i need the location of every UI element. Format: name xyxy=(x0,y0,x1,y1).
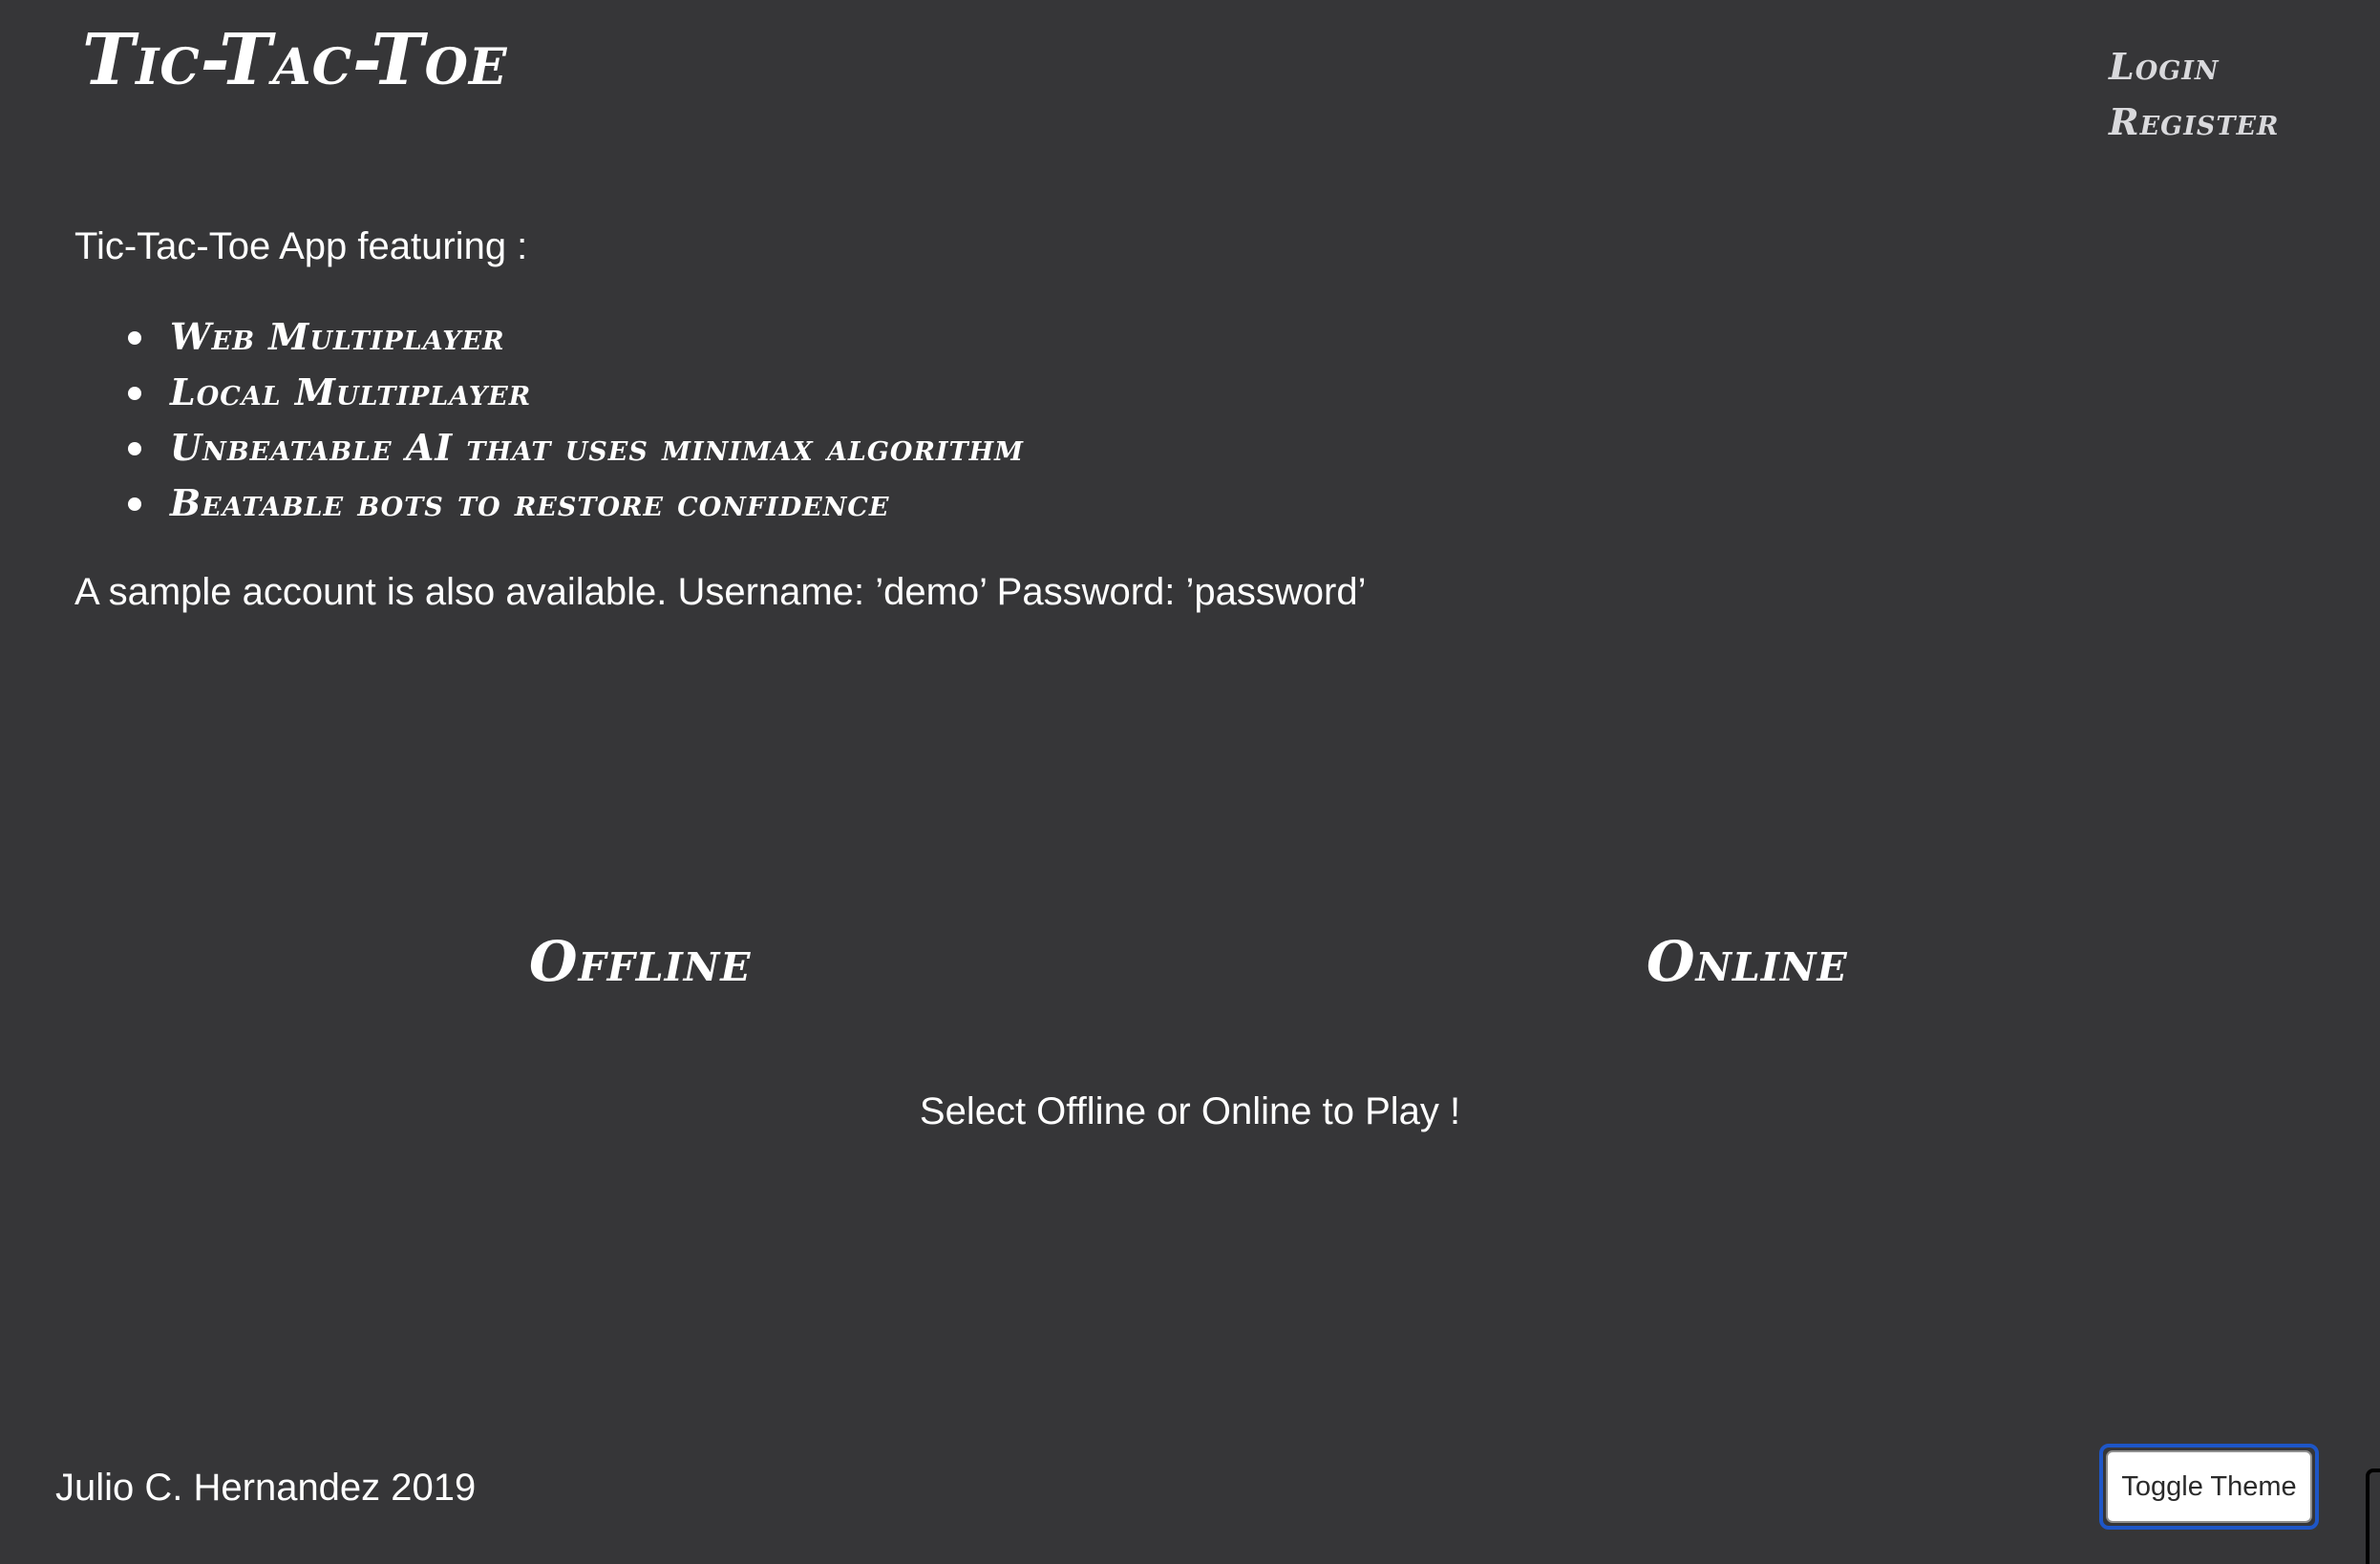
edge-overlay xyxy=(2366,1469,2380,1564)
register-link[interactable]: Register xyxy=(2109,101,2279,143)
bullet-icon xyxy=(128,442,141,455)
toggle-theme-focus-ring: Toggle Theme xyxy=(2099,1444,2319,1530)
site-title: Tic-Tac-Toe xyxy=(82,19,508,101)
offline-mode-button[interactable]: Offline xyxy=(529,926,751,997)
feature-label: Beatable bots to restore confidence xyxy=(170,481,890,524)
feature-label: Web Multiplayer xyxy=(170,315,505,358)
play-prompt: Select Offline or Online to Play ! xyxy=(919,1090,1461,1132)
feature-item: Beatable bots to restore confidence xyxy=(74,476,1024,531)
sample-account-text: A sample account is also available. User… xyxy=(74,571,1367,613)
feature-label: Unbeatable AI that uses minimax algorith… xyxy=(170,426,1025,469)
toggle-theme-button[interactable]: Toggle Theme xyxy=(2106,1450,2312,1523)
feature-label: Local Multiplayer xyxy=(170,370,532,413)
feature-list: Web Multiplayer Local Multiplayer Unbeat… xyxy=(74,309,1024,531)
top-nav: Login Register xyxy=(2109,46,2279,143)
online-mode-button[interactable]: Online xyxy=(1647,926,1848,997)
feature-item: Local Multiplayer xyxy=(74,365,1024,420)
bullet-icon xyxy=(128,331,141,345)
footer-credit: Julio C. Hernandez 2019 xyxy=(55,1467,477,1509)
intro-text: Tic-Tac-Toe App featuring : xyxy=(74,225,528,267)
login-link[interactable]: Login xyxy=(2109,46,2279,88)
bullet-icon xyxy=(128,497,141,511)
feature-item: Web Multiplayer xyxy=(74,309,1024,365)
bullet-icon xyxy=(128,387,141,400)
feature-item: Unbeatable AI that uses minimax algorith… xyxy=(74,420,1024,476)
